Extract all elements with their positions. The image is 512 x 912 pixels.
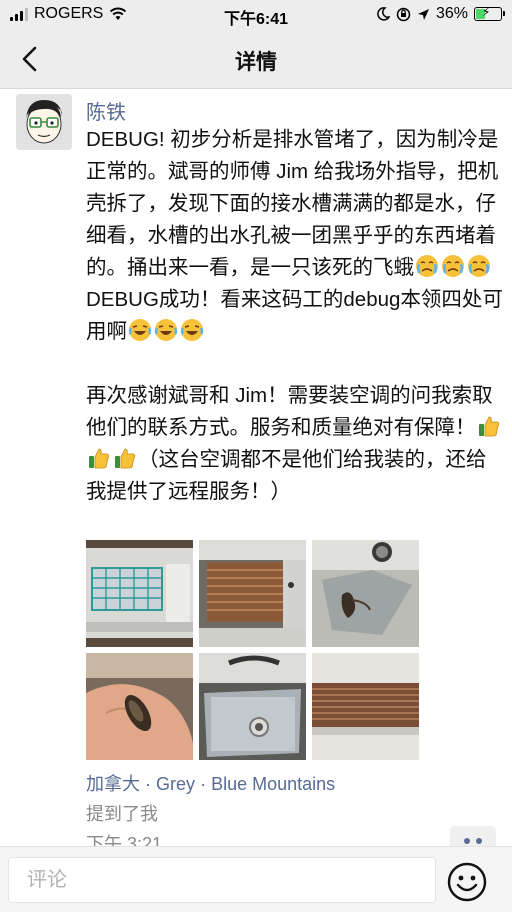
cartoon-face-avatar-icon (16, 94, 72, 150)
post-text-p2a: 再次感谢斌哥和 Jim！需要装空调的问我索取他们的联系方式。服务和质量绝对有保障… (86, 384, 493, 439)
crying-face-emoji (468, 255, 490, 277)
post-text-p2b: （这台空调都不是他们给我装的，还给我提供了远程服务！） (86, 448, 487, 503)
page-title: 详情 (235, 51, 277, 74)
dot-icon (464, 838, 470, 844)
location-country[interactable]: 加拿大 (86, 774, 140, 794)
battery-icon: ⚡ (474, 5, 505, 21)
moon-icon (377, 7, 390, 21)
air-conditioner-coil-photo[interactable] (199, 540, 306, 647)
comment-input[interactable] (8, 857, 436, 903)
orientation-lock-icon (396, 7, 411, 21)
coil-unit-photo[interactable] (312, 653, 419, 760)
thumbs-up-emoji (89, 448, 110, 469)
status-right: 36% ⚡ (376, 5, 505, 23)
emoji-button[interactable] (446, 861, 488, 903)
laughing-tears-emoji (180, 319, 204, 341)
location-place[interactable]: Blue Mountains (211, 774, 335, 794)
laughing-tears-emoji (128, 319, 152, 341)
air-conditioner-filter-photo[interactable] (86, 540, 193, 647)
status-bar: ROGERS 下午6:41 36% ⚡ (0, 0, 512, 30)
thumbs-up-emoji (115, 448, 136, 469)
crying-face-emoji (442, 255, 464, 277)
avatar[interactable] (16, 94, 72, 150)
battery-percent: 36% (435, 5, 468, 22)
drain-hole-photo[interactable] (312, 540, 419, 647)
water-tray-photo[interactable] (199, 653, 306, 760)
laughing-tears-emoji (154, 319, 178, 341)
author-name[interactable]: 陈铁 (86, 96, 126, 125)
comment-bar (0, 846, 512, 912)
photo-grid (86, 540, 426, 760)
dot-icon (476, 838, 482, 844)
crying-face-emoji (416, 255, 438, 277)
location-name[interactable]: Grey (156, 774, 195, 794)
thumbs-up-emoji (478, 416, 499, 437)
post-text: DEBUG! 初步分析是排水管堵了，因为制冷是正常的。斌哥的师傅 Jim 给我场… (86, 124, 504, 508)
nav-bar: 详情 (0, 30, 512, 89)
location-separator: · (200, 774, 207, 794)
moth-in-hand-photo[interactable] (86, 653, 193, 760)
location-separator: · (145, 774, 152, 794)
charging-bolt-icon: ⚡ (482, 5, 491, 19)
smiley-icon (447, 862, 487, 902)
mention-label: 提到了我 (86, 804, 158, 824)
location-arrow-icon (417, 8, 429, 20)
location-line[interactable]: 加拿大 · Grey · Blue Mountains (86, 770, 335, 796)
